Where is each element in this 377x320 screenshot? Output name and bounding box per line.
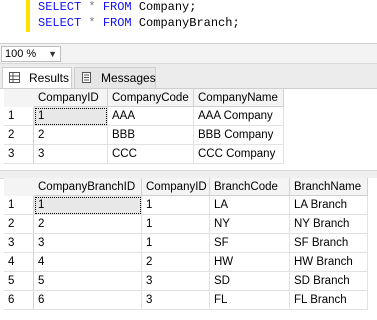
table-cell[interactable]: 1	[34, 196, 142, 215]
column-header[interactable]: CompanyID	[34, 89, 108, 107]
grid-corner[interactable]	[4, 178, 35, 197]
row-number[interactable]: 3	[4, 234, 34, 253]
keyword-select: SELECT	[38, 0, 82, 14]
table-cell[interactable]: BBB Company	[194, 126, 284, 145]
table-cell[interactable]: 3	[142, 272, 210, 291]
chevron-down-icon[interactable]: ▼	[48, 47, 57, 61]
tab-messages[interactable]: Messages	[74, 67, 156, 88]
star-operator: *	[88, 0, 96, 14]
results-tabs: Results Messages	[0, 64, 377, 89]
table-cell[interactable]: SF	[210, 234, 290, 253]
table-cell[interactable]: 1	[142, 234, 210, 253]
table-cell[interactable]: SF Branch	[290, 234, 368, 253]
zoom-value: 100 %	[5, 48, 37, 60]
table-cell[interactable]: HW	[210, 253, 290, 272]
zoom-select[interactable]: 100 % ▼	[1, 46, 61, 62]
table-cell[interactable]: 1	[142, 196, 210, 215]
row-number[interactable]: 2	[4, 126, 34, 145]
keyword-from: FROM	[102, 0, 132, 14]
table-cell[interactable]: 1	[34, 107, 108, 126]
row-number[interactable]: 4	[4, 253, 34, 272]
table-cell[interactable]: 3	[142, 291, 210, 310]
table-cell[interactable]: CCC Company	[194, 145, 284, 164]
table-cell[interactable]: SD	[210, 272, 290, 291]
table-cell[interactable]: 3	[34, 145, 108, 164]
row-number[interactable]: 1	[4, 107, 34, 126]
row-number[interactable]: 2	[4, 215, 34, 234]
table-cell[interactable]: CCC	[108, 145, 194, 164]
table-cell[interactable]: 4	[34, 253, 142, 272]
keyword-select: SELECT	[38, 16, 82, 30]
tab-results[interactable]: Results	[2, 67, 72, 88]
star-operator: *	[88, 16, 96, 30]
column-header[interactable]: CompanyName	[194, 89, 284, 107]
row-number[interactable]: 1	[4, 196, 34, 215]
table-cell[interactable]: 1	[142, 215, 210, 234]
table-cell[interactable]: NY Branch	[290, 215, 368, 234]
row-number[interactable]: 6	[4, 291, 34, 310]
companybranch-results-grid[interactable]: CompanyBranchID CompanyID BranchCode Bra…	[4, 178, 377, 318]
grid-icon	[9, 72, 20, 83]
table-cell[interactable]: 3	[34, 234, 142, 253]
table-cell[interactable]: 2	[34, 215, 142, 234]
table-cell[interactable]: SD Branch	[290, 272, 368, 291]
column-header[interactable]: CompanyID	[142, 178, 210, 196]
keyword-from: FROM	[102, 16, 132, 30]
table-cell[interactable]: FL Branch	[290, 291, 368, 310]
messages-icon	[82, 72, 91, 83]
row-number[interactable]: 5	[4, 272, 34, 291]
column-header[interactable]: BranchCode	[210, 178, 290, 196]
table-cell[interactable]: AAA Company	[194, 107, 284, 126]
table-cell[interactable]: 2	[34, 126, 108, 145]
selection-margin-marker	[26, 0, 30, 32]
grid-corner[interactable]	[4, 89, 35, 108]
table-cell[interactable]: BBB	[108, 126, 194, 145]
query-line-2[interactable]: SELECT * FROM CompanyBranch;	[38, 16, 240, 30]
table-cell[interactable]: LA	[210, 196, 290, 215]
company-results-grid[interactable]: CompanyID CompanyCode CompanyName 1 1 AA…	[4, 89, 377, 169]
table-cell[interactable]: FL	[210, 291, 290, 310]
table-cell[interactable]: 6	[34, 291, 142, 310]
column-header[interactable]: CompanyCode	[108, 89, 194, 107]
table-cell[interactable]: HW Branch	[290, 253, 368, 272]
table-cell[interactable]: AAA	[108, 107, 194, 126]
table-cell[interactable]: 5	[34, 272, 142, 291]
tab-results-label: Results	[29, 71, 70, 85]
row-number[interactable]: 3	[4, 145, 34, 164]
table-name: CompanyBranch;	[138, 16, 240, 30]
column-header[interactable]: BranchName	[290, 178, 368, 196]
zoom-bar: 100 % ▼	[0, 43, 377, 64]
query-editor[interactable]: SELECT * FROM Company; SELECT * FROM Com…	[0, 0, 377, 42]
tab-messages-label: Messages	[101, 71, 156, 85]
table-cell[interactable]: NY	[210, 215, 290, 234]
query-line-1[interactable]: SELECT * FROM Company;	[38, 0, 196, 14]
table-cell[interactable]: 2	[142, 253, 210, 272]
table-cell[interactable]: LA Branch	[290, 196, 368, 215]
column-header[interactable]: CompanyBranchID	[34, 178, 142, 196]
table-name: Company;	[138, 0, 197, 14]
